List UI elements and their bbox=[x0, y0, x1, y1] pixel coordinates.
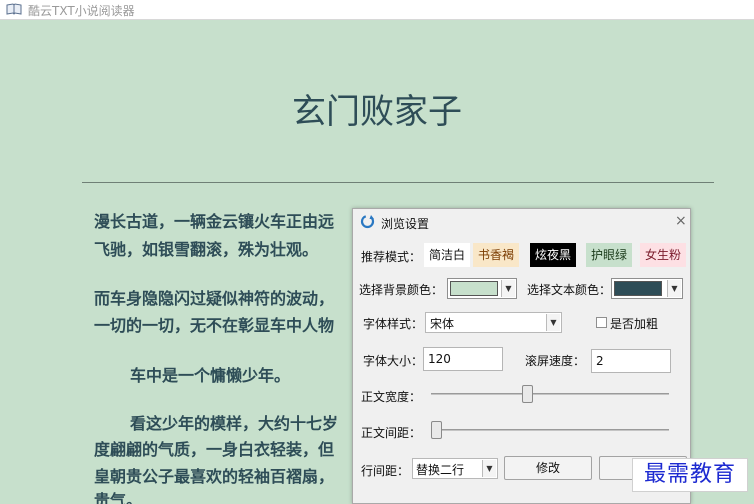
refresh-icon bbox=[360, 214, 375, 229]
line-spacing-value: 替换二行 bbox=[416, 463, 465, 477]
preset-white-button[interactable]: 简洁白 bbox=[424, 243, 471, 267]
watermark-logo: 最需教育 bbox=[632, 458, 748, 492]
text-width-slider[interactable] bbox=[521, 385, 533, 403]
text-width-label: 正文宽度： bbox=[361, 390, 422, 404]
text-line: 一切的一切，无不在彰显车中人物 bbox=[94, 316, 335, 335]
modify-button[interactable]: 修改 bbox=[504, 456, 592, 480]
text-width-track bbox=[431, 393, 669, 395]
text-line: 贵气。 bbox=[94, 491, 143, 504]
font-size-input[interactable]: 120 bbox=[423, 347, 503, 371]
preset-pink-button[interactable]: 女生粉 bbox=[640, 243, 687, 267]
window-title: 酷云TXT小说阅读器 bbox=[28, 4, 135, 18]
title-divider bbox=[82, 182, 714, 183]
font-style-value: 宋体 bbox=[430, 317, 455, 331]
text-spacing-label: 正文间距： bbox=[361, 426, 422, 440]
line-spacing-select[interactable]: 替换二行 ▼ bbox=[412, 458, 498, 479]
preset-brown-button[interactable]: 书香褐 bbox=[473, 243, 520, 267]
text-line: 飞驰，如银雪翻滚，殊为壮观。 bbox=[94, 240, 319, 259]
chevron-down-icon: ▼ bbox=[546, 314, 560, 331]
font-style-label: 字体样式： bbox=[363, 317, 424, 331]
text-color-swatch bbox=[614, 281, 662, 296]
text-spacing-track bbox=[431, 429, 669, 431]
text-line: 车中是一个慵懒少年。 bbox=[130, 366, 291, 385]
preset-black-button[interactable]: 炫夜黑 bbox=[530, 243, 577, 267]
preset-label: 推荐模式： bbox=[361, 250, 422, 264]
bold-checkbox[interactable] bbox=[596, 317, 607, 328]
book-title: 玄门败家子 bbox=[292, 92, 462, 132]
dialog-title: 浏览设置 bbox=[381, 217, 430, 231]
scroll-speed-input[interactable]: 2 bbox=[591, 349, 671, 373]
bg-color-swatch bbox=[450, 281, 498, 296]
title-bar: 酷云TXT小说阅读器 bbox=[0, 0, 754, 20]
text-line: 皇朝贵公子最喜欢的轻袖百褶扇， bbox=[94, 467, 335, 486]
text-color-select[interactable]: ▼ bbox=[611, 278, 683, 299]
bold-label: 是否加粗 bbox=[610, 317, 659, 331]
book-icon bbox=[6, 3, 22, 15]
text-color-label: 选择文本颜色： bbox=[527, 283, 612, 297]
close-icon[interactable]: × bbox=[675, 213, 687, 229]
text-line: 看这少年的模样，大约十七岁 bbox=[130, 414, 339, 433]
text-line: 漫长古道，一辆金云镶火车正由远 bbox=[94, 212, 335, 231]
scroll-speed-label: 滚屏速度： bbox=[525, 354, 586, 368]
chevron-down-icon: ▼ bbox=[667, 280, 681, 297]
line-spacing-label: 行间距： bbox=[361, 464, 410, 478]
preset-green-button[interactable]: 护眼绿 bbox=[586, 243, 633, 267]
text-line: 而车身隐隐闪过疑似神符的波动， bbox=[94, 289, 335, 308]
chevron-down-icon: ▼ bbox=[501, 280, 515, 297]
bg-color-select[interactable]: ▼ bbox=[447, 278, 517, 299]
bg-color-label: 选择背景颜色： bbox=[359, 283, 444, 297]
chevron-down-icon: ▼ bbox=[482, 460, 496, 477]
font-style-select[interactable]: 宋体 ▼ bbox=[425, 312, 562, 333]
font-size-label: 字体大小： bbox=[363, 354, 424, 368]
text-line: 度翩翩的气质，一身白衣轻装，但 bbox=[94, 440, 335, 459]
text-spacing-slider[interactable] bbox=[431, 421, 442, 439]
